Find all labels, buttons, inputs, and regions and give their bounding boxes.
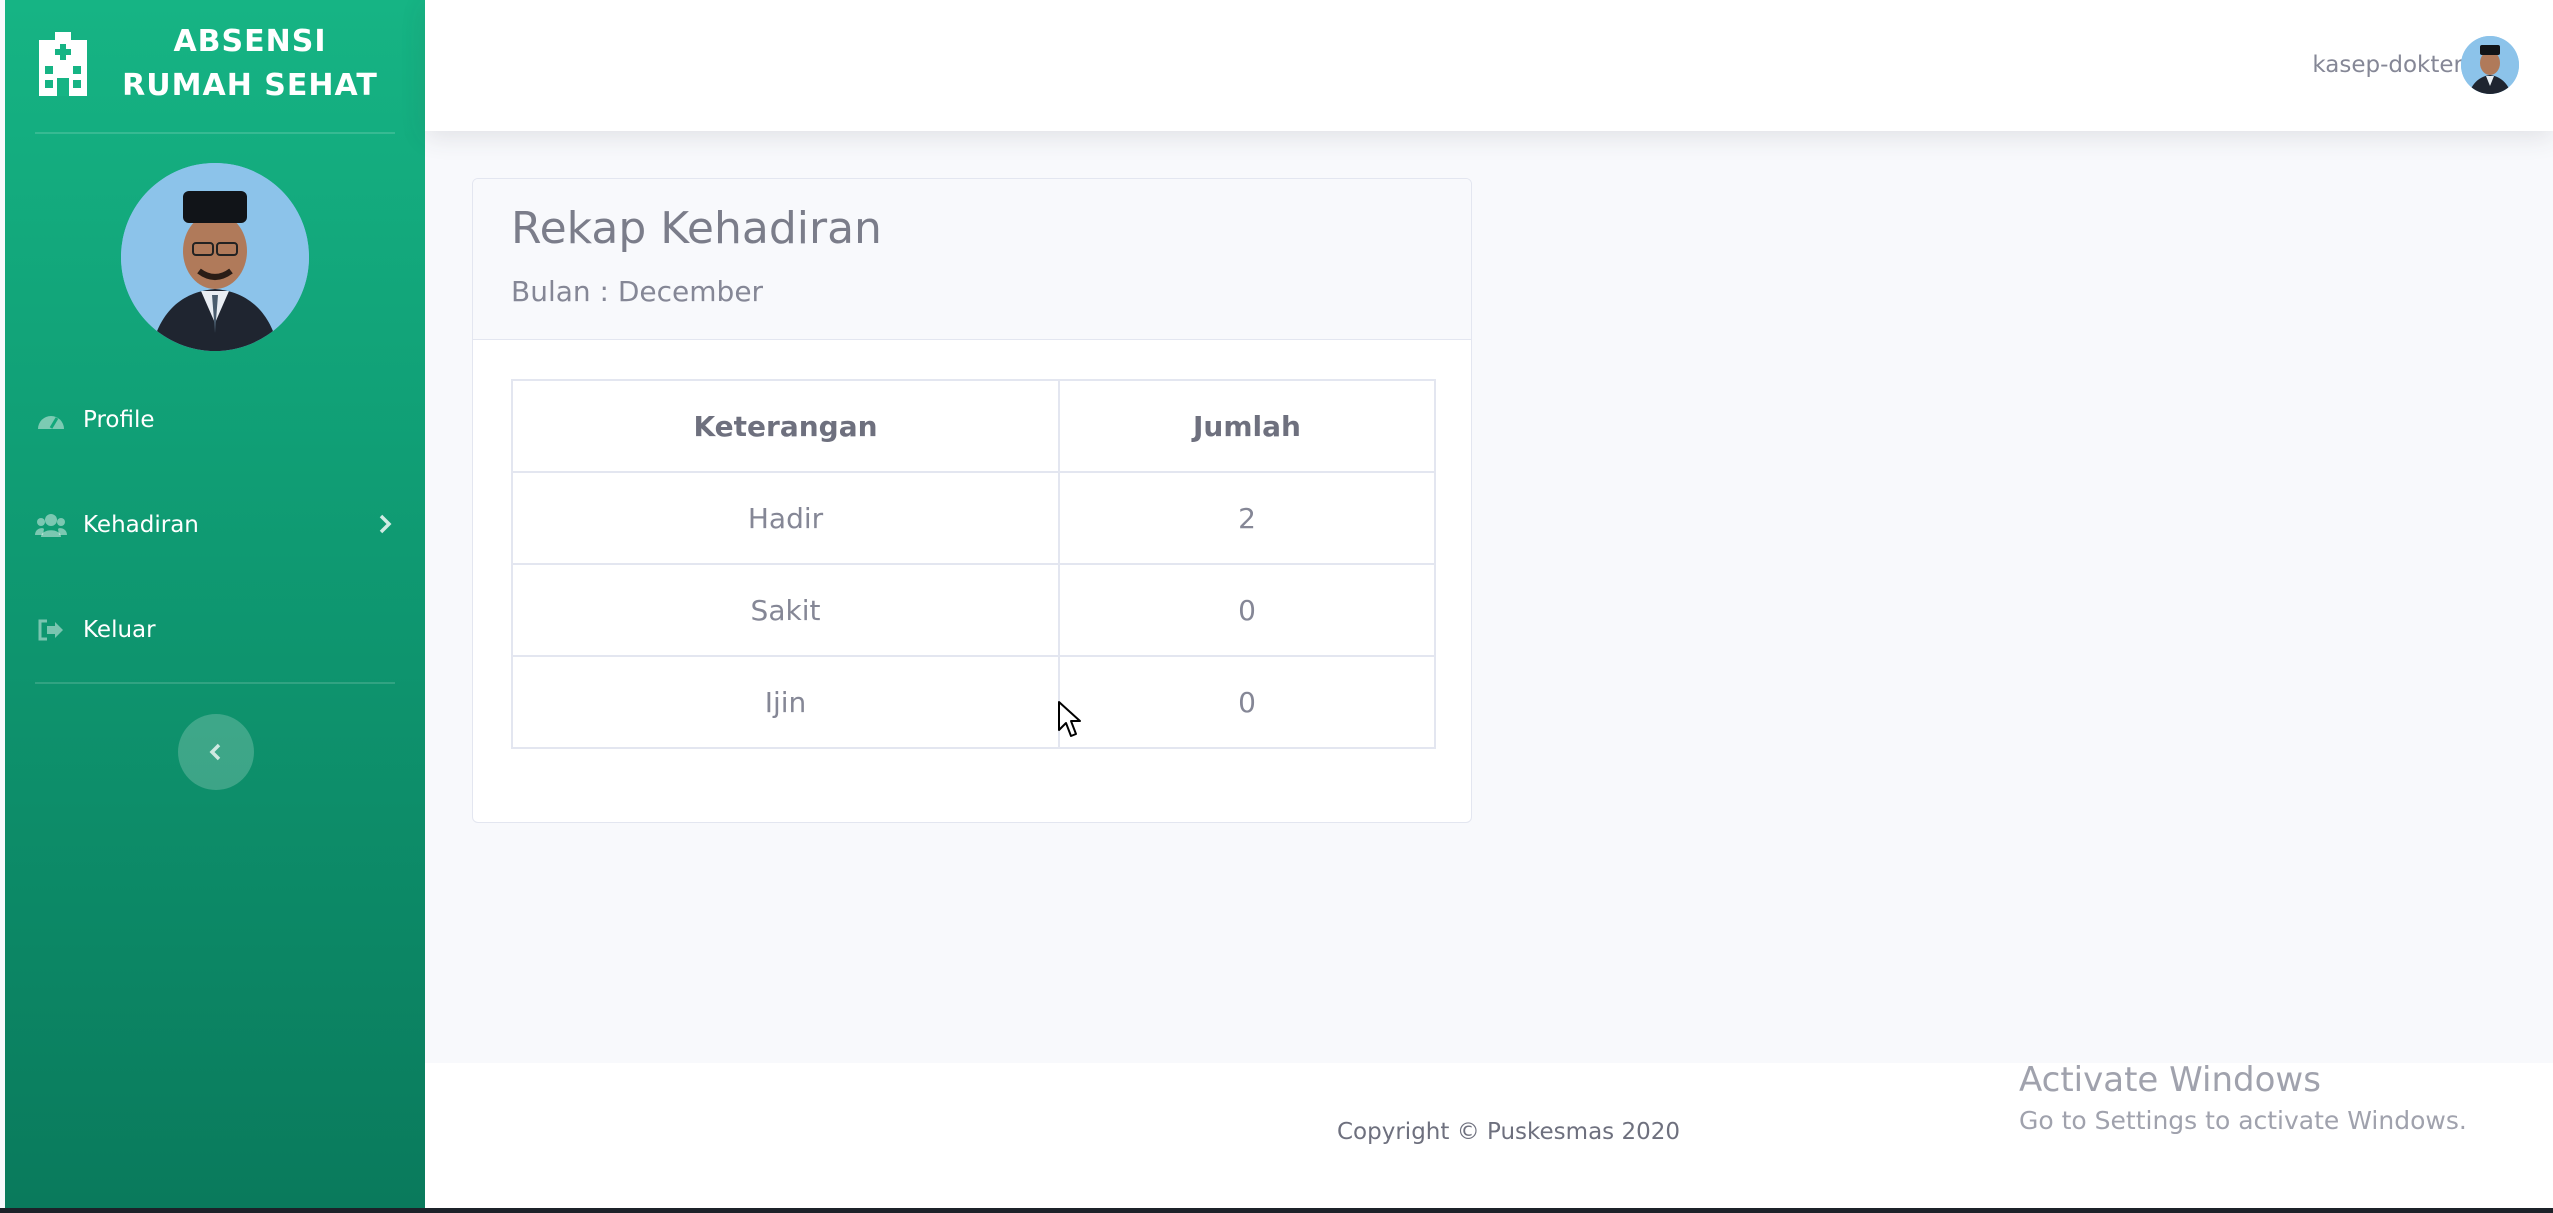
user-avatar[interactable] (2461, 36, 2519, 94)
copyright-text: Copyright © Puskesmas 2020 (1337, 1119, 1680, 1145)
column-header-jumlah: Jumlah (1058, 379, 1436, 473)
topbar-username[interactable]: kasep-dokter (2312, 52, 2463, 78)
sign-out-icon (35, 616, 67, 644)
sidebar-item-kehadiran[interactable]: Kehadiran (35, 495, 405, 555)
page-title: Rekap Kehadiran (511, 203, 882, 254)
sidebar-item-keluar[interactable]: Keluar (35, 600, 405, 660)
table-header-row: Keterangan Jumlah (511, 379, 1436, 473)
sidebar-toggle-button[interactable] (178, 714, 254, 790)
mouse-cursor-icon (1058, 701, 1081, 737)
column-header-keterangan: Keterangan (511, 379, 1060, 473)
watermark-title: Activate Windows (2019, 1060, 2321, 1100)
table-cell-keterangan: Sakit (511, 563, 1060, 657)
month-label: Bulan : December (511, 275, 764, 308)
table-row: Ijin 0 (511, 655, 1436, 749)
sidebar-avatar (121, 163, 309, 351)
chevron-left-icon (209, 743, 221, 761)
chevron-right-icon (379, 514, 392, 534)
brand-title: ABSENSI RUMAH SEHAT (105, 20, 395, 108)
hospital-icon (39, 32, 87, 96)
user-photo (121, 163, 309, 351)
app-window: ABSENSI RUMAH SEHAT Profile Kehadiran Ke… (0, 0, 2553, 1208)
table-row: Hadir 2 (511, 471, 1436, 565)
table-cell-jumlah: 2 (1058, 471, 1436, 565)
topbar: kasep-dokter (425, 0, 2553, 131)
sidebar-divider (35, 132, 395, 134)
table-cell-jumlah: 0 (1058, 655, 1436, 749)
table-cell-keterangan: Hadir (511, 471, 1060, 565)
taskbar-edge (0, 1208, 2553, 1213)
tachometer-icon (35, 406, 67, 434)
table-row: Sakit 0 (511, 563, 1436, 657)
sidebar-item-label: Profile (83, 407, 155, 433)
brand-line-1: ABSENSI (173, 24, 327, 59)
sidebar-divider (35, 682, 395, 684)
windows-activation-watermark: Activate Windows Go to Settings to activ… (2019, 1060, 2467, 1135)
sidebar: ABSENSI RUMAH SEHAT Profile Kehadiran Ke… (5, 0, 425, 1208)
sidebar-item-label: Keluar (83, 617, 156, 643)
sidebar-item-label: Kehadiran (83, 512, 199, 538)
sidebar-brand[interactable]: ABSENSI RUMAH SEHAT (5, 0, 425, 130)
table-cell-keterangan: Ijin (511, 655, 1060, 749)
sidebar-item-profile[interactable]: Profile (35, 390, 405, 450)
watermark-subtitle: Go to Settings to activate Windows. (2019, 1106, 2467, 1135)
brand-line-2: RUMAH SEHAT (122, 68, 378, 103)
users-icon (35, 511, 67, 539)
user-photo (2461, 36, 2519, 94)
rekap-card: Rekap Kehadiran Bulan : December Keteran… (472, 178, 1472, 823)
card-header: Rekap Kehadiran Bulan : December (473, 179, 1471, 340)
rekap-table: Keterangan Jumlah Hadir 2 Sakit 0 Ijin 0 (511, 379, 1436, 749)
table-cell-jumlah: 0 (1058, 563, 1436, 657)
